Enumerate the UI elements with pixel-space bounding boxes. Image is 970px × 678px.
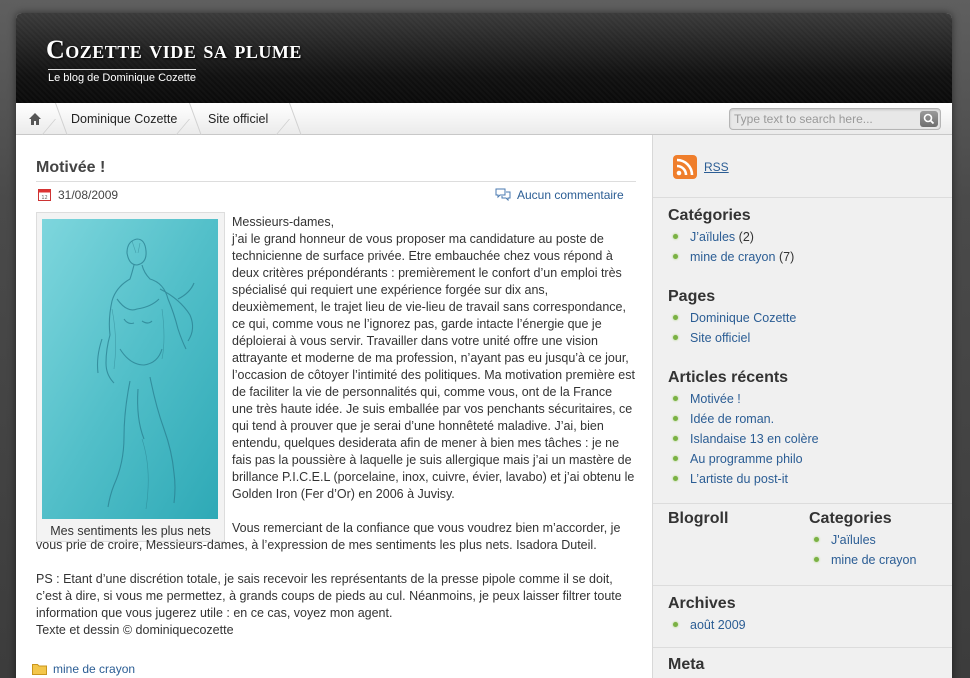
recent-post-link[interactable]: Islandaise 13 en colère — [690, 432, 819, 446]
post-title[interactable]: Motivée ! — [36, 159, 105, 177]
site-header: Cozette vide sa plume Le blog de Dominiq… — [16, 13, 952, 103]
recent-post-link[interactable]: Motivée ! — [690, 392, 741, 406]
post-credit: Texte et dessin © dominiquecozette — [36, 623, 234, 637]
category-count: (7) — [778, 250, 795, 264]
search-button[interactable] — [920, 111, 938, 127]
svg-text:12: 12 — [41, 195, 47, 201]
comment-icon — [495, 188, 511, 201]
site-description: Le blog de Dominique Cozette — [48, 69, 196, 84]
pages-widget-title: Pages — [668, 288, 716, 305]
rss-icon[interactable] — [673, 155, 697, 179]
comments-link[interactable]: Aucun commentaire — [517, 188, 624, 202]
archives-widget-title: Archives — [668, 595, 736, 612]
sidebar: RSS Catégories J’aïlules (2) mine de cra… — [652, 135, 952, 678]
list-item: Islandaise 13 en colère — [668, 429, 819, 449]
search-input[interactable] — [734, 111, 914, 127]
list-item: Au programme philo — [668, 449, 819, 469]
recent-post-link[interactable]: L’artiste du post-it — [690, 472, 788, 486]
list-item: L’artiste du post-it — [668, 469, 819, 489]
page-link[interactable]: Dominique Cozette — [690, 311, 796, 325]
list-item: mine de crayon — [809, 550, 916, 570]
category-count: (2) — [738, 230, 754, 244]
widget-divider — [653, 197, 952, 198]
category-link[interactable]: J’aïlules — [690, 230, 735, 244]
meta-widget-title: Meta — [668, 656, 705, 673]
recent-posts-list: Motivée ! Idée de roman. Islandaise 13 e… — [668, 389, 819, 489]
categories-list-2: J'aïlules mine de crayon — [809, 530, 916, 570]
category-link[interactable]: mine de crayon — [690, 250, 775, 264]
categories-list: J’aïlules (2) mine de crayon (7) — [668, 227, 794, 267]
pages-list: Dominique Cozette Site officiel — [668, 308, 796, 348]
category-link[interactable]: mine de crayon — [831, 553, 916, 567]
page-wrapper: Cozette vide sa plume Le blog de Dominiq… — [16, 13, 952, 678]
site-title[interactable]: Cozette vide sa plume — [46, 35, 302, 65]
list-item: Site officiel — [668, 328, 796, 348]
archives-list: août 2009 — [668, 615, 746, 635]
home-icon[interactable] — [28, 112, 42, 126]
search-icon — [923, 113, 935, 125]
rss-link[interactable]: RSS — [704, 160, 729, 174]
folder-icon — [32, 664, 47, 675]
widget-divider — [653, 503, 952, 504]
title-divider — [36, 181, 636, 182]
recent-post-link[interactable]: Au programme philo — [690, 452, 803, 466]
archive-link[interactable]: août 2009 — [690, 618, 746, 632]
list-item: J'aïlules — [809, 530, 916, 550]
widget-divider — [653, 647, 952, 648]
post-figure: Mes sentiments les plus nets — [36, 212, 225, 542]
search-box — [729, 108, 941, 130]
list-item: Motivée ! — [668, 389, 819, 409]
list-item: Idée de roman. — [668, 409, 819, 429]
recent-posts-widget-title: Articles récents — [668, 369, 789, 386]
calendar-icon: 12 — [38, 189, 51, 201]
page-link[interactable]: Site officiel — [690, 331, 750, 345]
widget-divider — [653, 585, 952, 586]
post-paragraph: Vous remerciant de la confiance que vous… — [36, 521, 621, 552]
recent-post-link[interactable]: Idée de roman. — [690, 412, 774, 426]
category-link[interactable]: J'aïlules — [831, 533, 876, 547]
main-navigation: Dominique Cozette Site officiel — [16, 103, 952, 135]
list-item: août 2009 — [668, 615, 746, 635]
post-date: 31/08/2009 — [58, 188, 119, 202]
post-paragraph: PS : Etant d’une discrétion totale, je s… — [36, 572, 622, 620]
categories-widget-title: Catégories — [668, 207, 751, 224]
list-item: J’aïlules (2) — [668, 227, 794, 247]
post-category-link[interactable]: mine de crayon — [53, 662, 135, 676]
post-salutation: Messieurs-dames, — [232, 215, 335, 229]
list-item: mine de crayon (7) — [668, 247, 794, 267]
categories-widget-title-2: Categories — [809, 510, 892, 527]
drawing-image[interactable] — [42, 219, 218, 519]
list-item: Dominique Cozette — [668, 308, 796, 328]
blogroll-widget-title: Blogroll — [668, 510, 729, 527]
post-paragraph: j’ai le grand honneur de vous proposer m… — [232, 232, 635, 501]
